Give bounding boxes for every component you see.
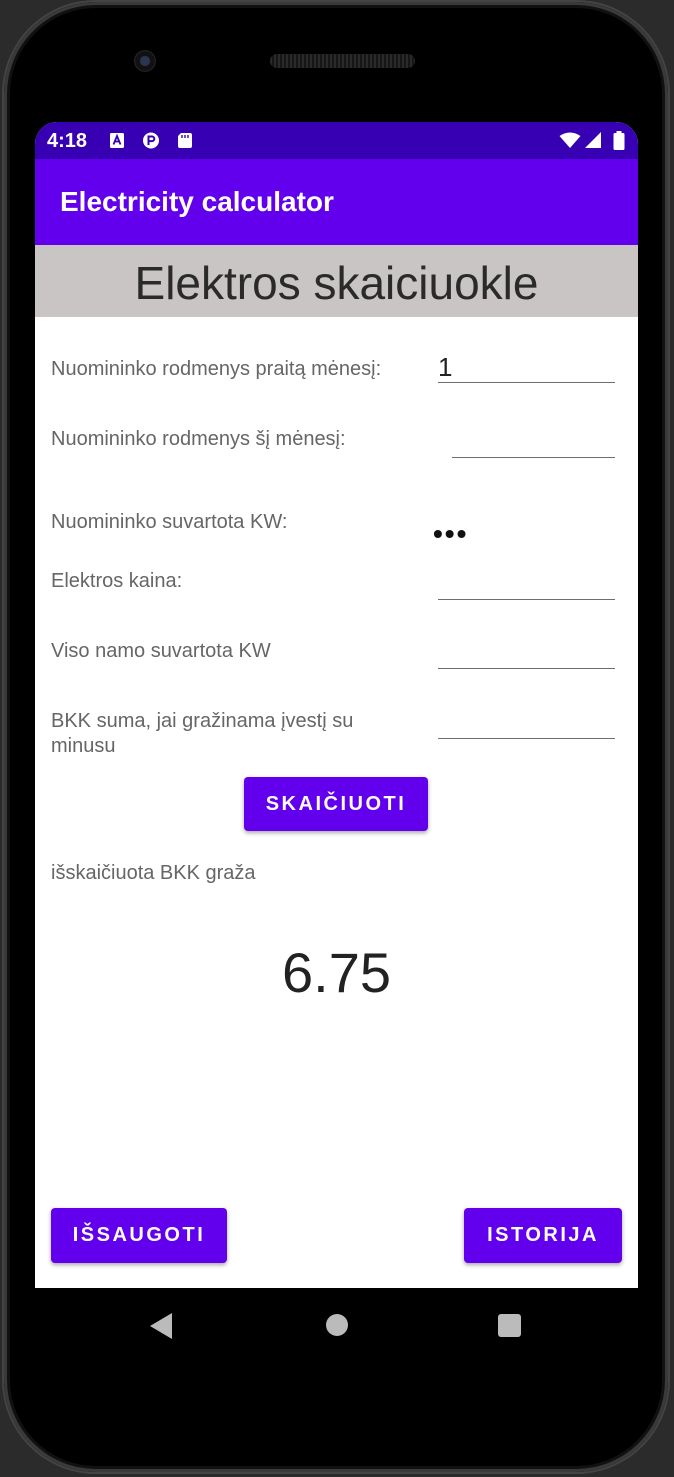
home-icon[interactable] [326,1314,348,1336]
bkk-sum-input-wrapper [438,708,615,739]
result-value: 6.75 [282,941,391,1004]
earpiece-speaker [270,54,415,68]
signal-icon [585,132,601,148]
sd-card-icon [178,133,192,148]
save-button[interactable]: IŠSAUGOTI [51,1208,227,1263]
house-total-input[interactable] [438,638,615,669]
curr-reading-label: Nuomininko rodmenys šį mėnesį: [51,428,346,450]
recent-apps-icon[interactable] [498,1314,521,1337]
calculate-button[interactable]: SKAIČIUOTI [244,777,428,831]
a-notification-icon [110,133,124,148]
curr-reading-input[interactable] [452,427,615,458]
app-title: Electricity calculator [60,186,334,217]
consumed-kw-value: ••• [433,518,469,549]
battery-icon [613,131,625,150]
status-time: 4:18 [47,130,88,152]
consumed-kw-label: Nuomininko suvartota KW: [51,511,288,533]
page-title: Elektros skaiciuokle [35,245,638,317]
bkk-sum-label: BKK suma, jai gražinama įvestį su minusu [51,710,354,752]
p-notification-icon [143,132,159,149]
app-screen: 4:18 Electricity calculator Elektros ska… [35,122,638,1288]
prev-reading-input[interactable] [438,352,615,383]
house-total-label: Viso namo suvartota KW [51,640,271,662]
house-total-input-wrapper [438,638,615,669]
price-label: Elektros kaina: [51,570,183,592]
app-bar: Electricity calculator [35,159,638,245]
wifi-icon [559,132,581,148]
price-input[interactable] [438,569,615,600]
back-icon[interactable] [150,1313,172,1339]
bkk-sum-input[interactable] [438,708,615,739]
curr-reading-input-wrapper [452,427,615,458]
price-input-wrapper [438,569,615,600]
prev-reading-input-wrapper [438,352,615,383]
result-label: išskaičiuota BKK graža [51,862,256,884]
status-bar: 4:18 [35,122,638,159]
system-nav-bar [35,1288,638,1368]
prev-reading-label: Nuomininko rodmenys praitą mėnesį: [51,358,382,380]
history-button[interactable]: ISTORIJA [464,1208,622,1263]
front-camera [134,50,156,72]
